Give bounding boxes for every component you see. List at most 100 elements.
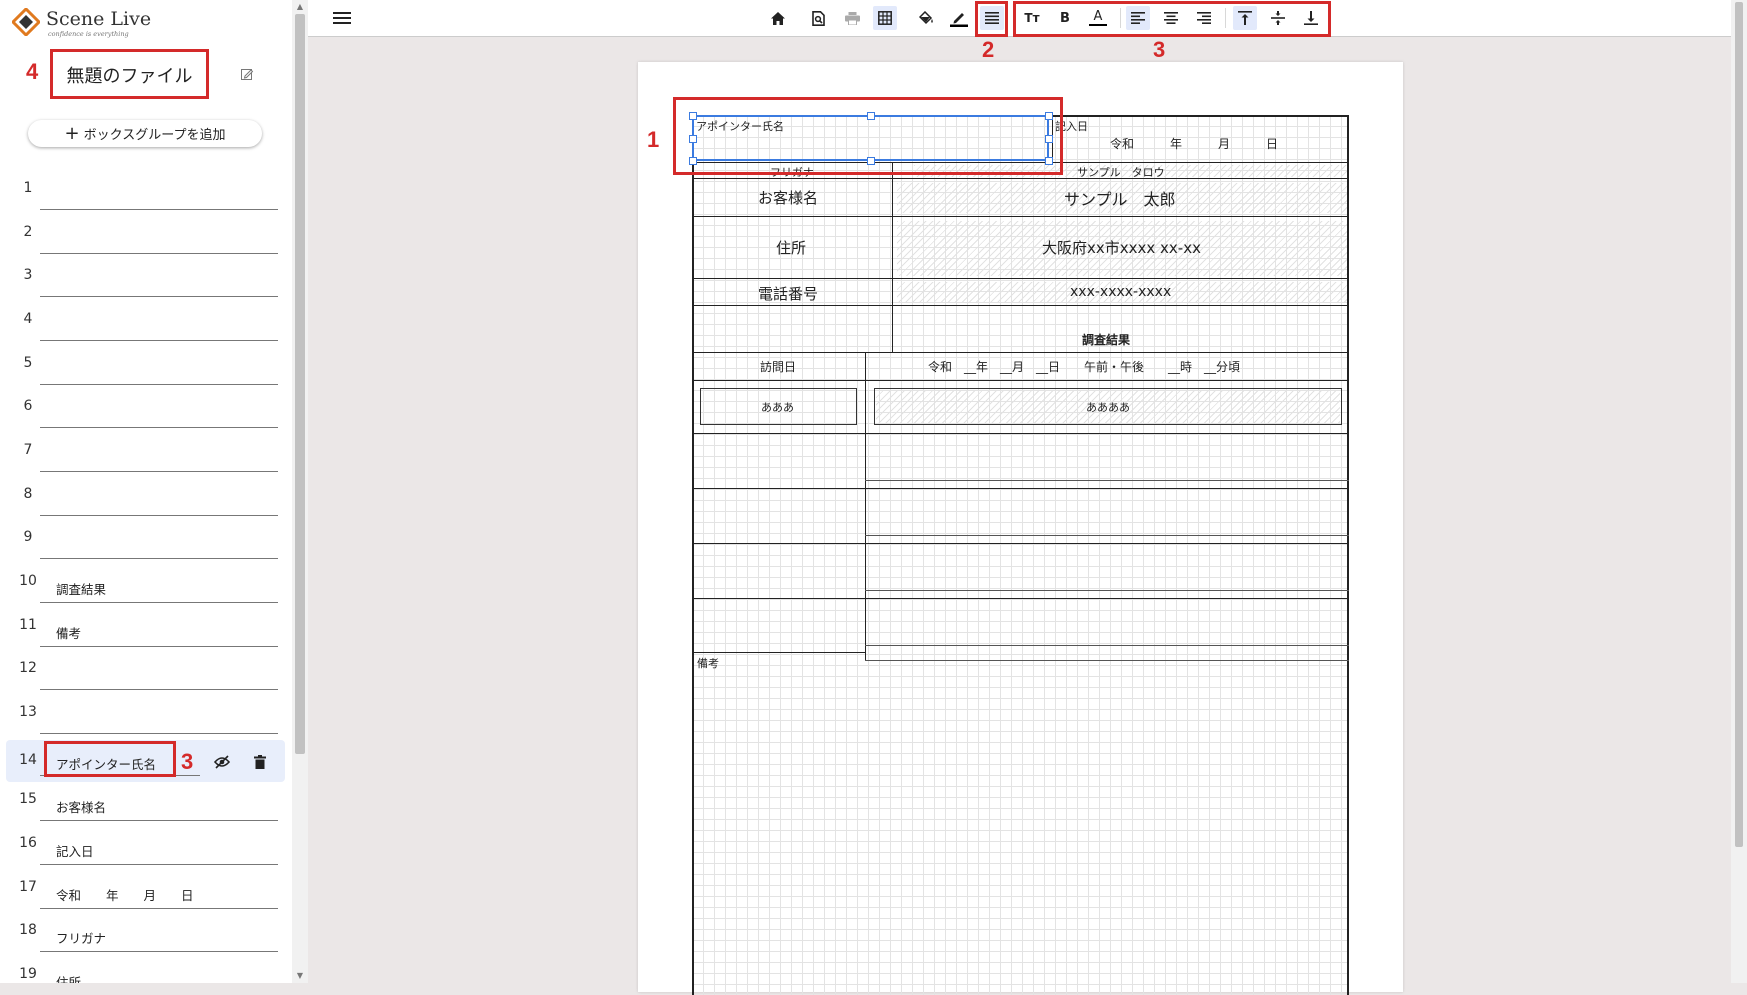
row-field[interactable]: お客様名: [40, 777, 278, 821]
callout-box-1: [673, 97, 1063, 175]
grid-icon[interactable]: [873, 6, 897, 30]
row-field[interactable]: [40, 253, 278, 297]
entry-date-value: 令和 年 月 日: [1110, 137, 1279, 151]
logo-tagline: confidence is everything: [48, 30, 129, 38]
row-field[interactable]: 住所: [40, 952, 278, 983]
canvas-scrollbar-thumb[interactable]: [1735, 2, 1743, 847]
visibility-off-icon[interactable]: [213, 754, 231, 773]
row-value: 備考: [56, 626, 82, 641]
row-field[interactable]: [40, 690, 278, 734]
row-value: 令和 年 月 日: [56, 888, 194, 903]
form-divider: [692, 598, 1349, 599]
form-divider: [692, 488, 1349, 489]
box1-value: あああ: [761, 401, 794, 414]
row-field[interactable]: [40, 384, 278, 428]
row-number: 3: [23, 267, 33, 283]
list-item[interactable]: 3: [0, 253, 292, 297]
row-number: 10: [19, 573, 37, 589]
list-item[interactable]: 7: [0, 428, 292, 472]
scroll-up-icon[interactable]: ▲: [292, 2, 308, 11]
row-field[interactable]: 調査結果: [40, 559, 278, 603]
survey-title: 調査結果: [1082, 333, 1131, 347]
form-divider: [692, 380, 1349, 381]
row-number: 18: [19, 922, 37, 938]
row-number: 16: [19, 835, 37, 851]
row-field[interactable]: [40, 166, 278, 210]
canvas-scrollbar[interactable]: [1731, 0, 1747, 983]
row-field[interactable]: [40, 515, 278, 559]
row-field[interactable]: [40, 297, 278, 341]
preview-icon[interactable]: [806, 6, 830, 30]
address-label: 住所: [776, 239, 807, 257]
row-field[interactable]: フリガナ: [40, 908, 278, 952]
list-item[interactable]: 5: [0, 341, 292, 385]
file-title[interactable]: 無題のファイル: [52, 52, 207, 98]
row-number: 13: [19, 704, 37, 720]
sidebar: Scene Live confidence is everything 4 無題…: [0, 0, 292, 983]
row-value: 調査結果: [56, 582, 107, 597]
row-value: 記入日: [56, 844, 94, 859]
customer-label: お客様名: [758, 189, 819, 207]
print-icon[interactable]: [840, 6, 864, 30]
list-item[interactable]: 6: [0, 384, 292, 428]
list-item[interactable]: 13: [0, 690, 292, 734]
row-value: 住所: [56, 975, 82, 983]
sidebar-scrollbar[interactable]: ▲ ▼: [292, 0, 308, 983]
row-field[interactable]: 記入日: [40, 821, 278, 865]
document-page: アポインター氏名 記入日 令和 年 月 日 フリガナ サンプル タロウ お客様名…: [638, 62, 1403, 995]
row-field[interactable]: 備考: [40, 603, 278, 647]
remarks-label: 備考: [697, 657, 719, 670]
form-divider: [692, 433, 1349, 434]
furigana-value: サンプル タロウ: [1077, 166, 1165, 179]
list-item[interactable]: 8: [0, 472, 292, 516]
scroll-down-icon[interactable]: ▼: [292, 971, 308, 980]
menu-icon[interactable]: [330, 6, 354, 30]
form-divider: [692, 305, 1349, 306]
add-box-group-label: ボックスグループを追加: [83, 128, 226, 143]
row-field[interactable]: [40, 646, 278, 690]
fill-color-icon[interactable]: [914, 6, 938, 30]
row-value: お客様名: [56, 800, 107, 815]
list-item[interactable]: 17 令和 年 月 日: [0, 865, 292, 909]
list-item[interactable]: 10 調査結果: [0, 559, 292, 603]
customer-value: サンプル 太郎: [1064, 190, 1176, 209]
row-field[interactable]: [40, 341, 278, 385]
form-divider: [865, 352, 866, 661]
list-item[interactable]: 16 記入日: [0, 821, 292, 865]
form-divider: [865, 645, 1349, 646]
list-item[interactable]: 12: [0, 646, 292, 690]
row-field[interactable]: [40, 428, 278, 472]
row-number: 2: [23, 224, 33, 240]
list-item[interactable]: 9: [0, 515, 292, 559]
row-number: 7: [23, 442, 33, 458]
list-item[interactable]: 15 お客様名: [0, 777, 292, 821]
callout-1: 1: [647, 127, 660, 152]
trash-icon[interactable]: [254, 754, 266, 773]
home-icon[interactable]: [766, 6, 790, 30]
box2-value: ああああ: [1086, 401, 1130, 414]
add-box-group-button[interactable]: + ボックスグループを追加: [28, 120, 262, 147]
callout-4: 4: [26, 59, 39, 84]
list-item[interactable]: 4: [0, 297, 292, 341]
row-number: 11: [19, 617, 37, 633]
row-field[interactable]: 令和 年 月 日: [40, 865, 278, 909]
row-number: 17: [19, 879, 37, 895]
row-number: 4: [23, 311, 33, 327]
phone-label: 電話番号: [758, 285, 819, 303]
edit-title-icon[interactable]: [240, 66, 254, 85]
form-divider: [692, 652, 866, 653]
list-item[interactable]: 11 備考: [0, 603, 292, 647]
row-field[interactable]: [40, 210, 278, 254]
sidebar-scrollbar-thumb[interactable]: [295, 14, 305, 754]
line-color-icon[interactable]: [947, 6, 971, 30]
form-border-right: [1347, 115, 1349, 995]
list-item[interactable]: 1: [0, 166, 292, 210]
list-item[interactable]: 18 フリガナ: [0, 908, 292, 952]
list-item[interactable]: 19 住所: [0, 952, 292, 983]
visit-label: 訪問日: [760, 360, 797, 374]
list-item[interactable]: 2: [0, 210, 292, 254]
callout-box-3-toolbar: [1013, 1, 1331, 37]
logo-icon: [12, 8, 40, 36]
form-border-left: [692, 115, 694, 995]
row-field[interactable]: [40, 472, 278, 516]
